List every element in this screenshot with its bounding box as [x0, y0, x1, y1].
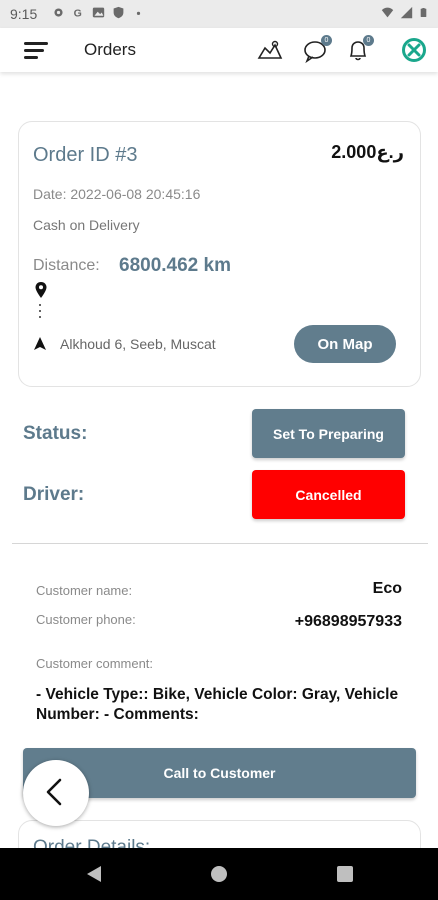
customer-phone-label: Customer phone: — [36, 612, 136, 627]
payment-method: Cash on Delivery — [33, 217, 140, 233]
menu-icon[interactable] — [24, 40, 50, 60]
signal-icon — [400, 6, 413, 19]
customer-comment-label: Customer comment: — [36, 656, 154, 671]
battery-icon — [420, 8, 427, 17]
customer-comment-value: - Vehicle Type:: Bike, Vehicle Color: Gr… — [36, 686, 399, 723]
app-bar: Orders 0 0 — [0, 28, 438, 72]
customer-name-value: Eco — [372, 580, 402, 597]
status-label: Status: — [23, 423, 88, 444]
notification-badge: 0 — [363, 35, 374, 46]
google-icon: G — [74, 8, 82, 19]
gallery-icon — [92, 7, 105, 18]
driver-status-button[interactable]: Cancelled — [252, 470, 405, 519]
route-dots — [39, 304, 42, 322]
order-id: Order ID #3 — [33, 144, 138, 166]
order-price: 2.000ر.ع — [331, 142, 404, 162]
order-date: Date: 2022-06-08 20:45:16 — [33, 186, 201, 202]
shield-icon — [113, 6, 124, 19]
status-left-icons: G — [52, 6, 145, 19]
back-button[interactable] — [23, 760, 89, 826]
status-bar: 9:15 G — [0, 0, 438, 28]
customer-phone-value: +96898957933 — [294, 613, 402, 630]
chat-badge: 0 — [321, 35, 332, 46]
on-map-button[interactable]: On Map — [294, 325, 396, 363]
logo-icon[interactable] — [400, 36, 428, 64]
customer-name-label: Customer name: — [36, 583, 133, 598]
svg-text:G: G — [74, 8, 82, 19]
wifi-icon — [381, 7, 394, 18]
divider — [12, 543, 428, 544]
status-time: 9:15 — [10, 6, 38, 22]
system-back-icon[interactable] — [86, 865, 102, 883]
distance-value: 6800.462 km — [119, 255, 231, 276]
distance-label: Distance: — [33, 257, 100, 274]
order-card: Order ID #3 2.000ر.ع Date: 2022-06-08 20… — [18, 121, 421, 387]
system-home-icon[interactable] — [211, 866, 227, 882]
set-to-preparing-button[interactable]: Set To Preparing — [252, 409, 405, 458]
map-marker-icon[interactable] — [256, 36, 284, 64]
navigation-arrow-icon — [34, 337, 46, 350]
location-pin-icon — [35, 282, 47, 298]
chevron-left-icon — [46, 778, 62, 806]
bell-icon[interactable]: 0 — [344, 35, 374, 64]
dot-icon — [136, 11, 141, 15]
settings-icon — [54, 8, 63, 17]
chat-icon[interactable]: 0 — [302, 35, 332, 64]
system-nav-bar — [0, 848, 438, 900]
status-right-icons — [381, 6, 428, 19]
page-title: Orders — [84, 40, 136, 59]
driver-label: Driver: — [23, 484, 85, 505]
order-address: Alkhoud 6, Seeb, Muscat — [60, 336, 216, 352]
system-recents-icon[interactable] — [337, 866, 353, 882]
